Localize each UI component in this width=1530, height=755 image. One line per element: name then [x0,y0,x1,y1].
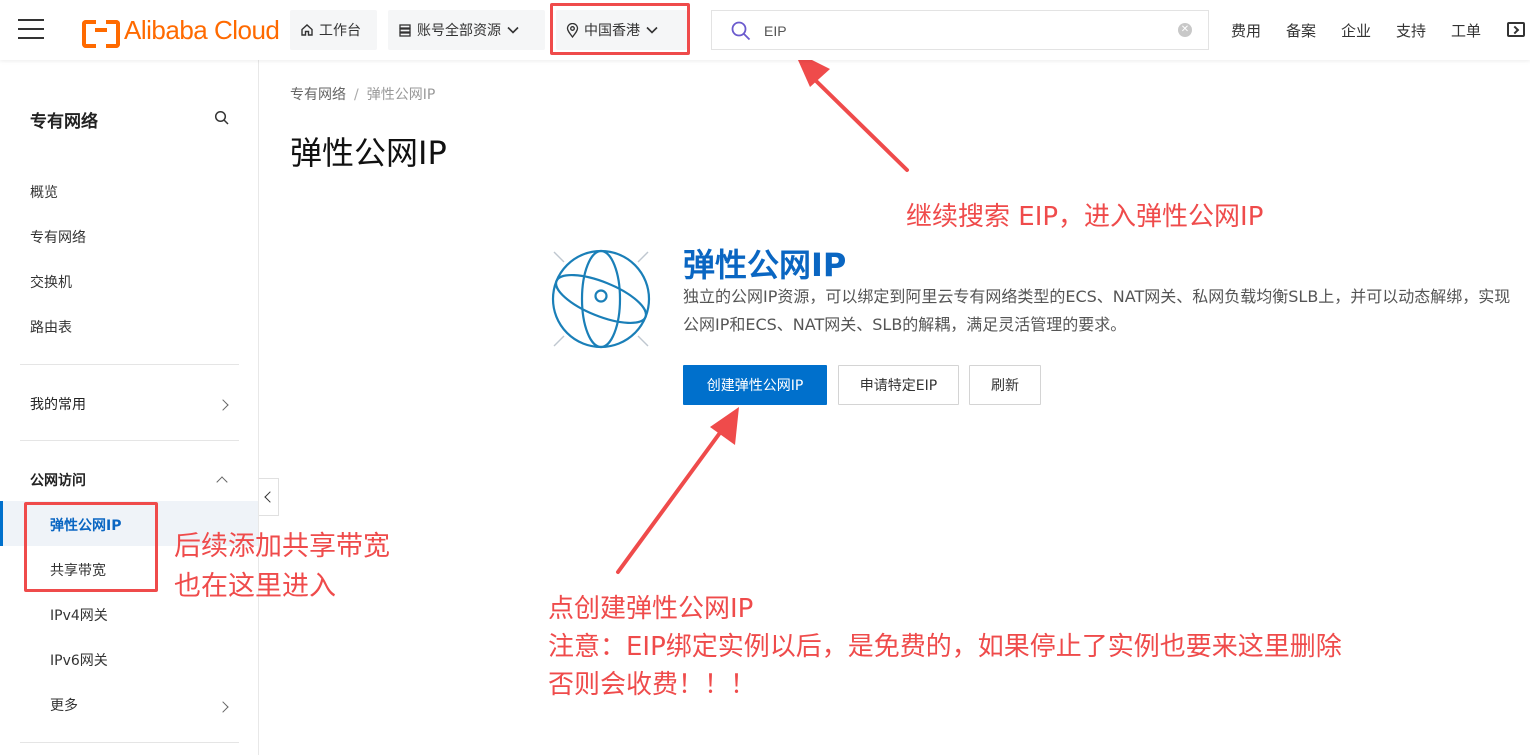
annotation-sidebar-line: 也在这里进入 [174,571,336,602]
sidebar: 专有网络 概览 专有网络 交换机 路由表 我的常用 公网访问 弹性公网IP 共享… [0,60,259,755]
region-highlight-box [550,3,690,55]
resources-dropdown[interactable]: 账号全部资源 [388,10,545,50]
hero-title: 弹性公网IP [683,246,847,284]
sidebar-divider [20,364,239,365]
sidebar-item-vswitch[interactable]: 交换机 [30,272,72,292]
database-icon [399,23,411,37]
annotation-search-note: 继续搜索 EIP，进入弹性公网IP [906,202,1264,232]
active-item-indicator [0,501,3,546]
search-icon [731,21,751,41]
annotation-create-note: 点创建弹性公网IP 注意：EIP绑定实例以后，是免费的，如果停止了实例也要来这里… [548,590,1342,704]
sidebar-highlight-box [24,502,158,592]
nav-link-tickets[interactable]: 工单 [1451,20,1481,41]
logo-text: Alibaba Cloud [124,14,280,45]
annotation-create-line: 注意：EIP绑定实例以后，是免费的，如果停止了实例也要来这里删除 [548,632,1342,662]
clear-search-icon[interactable]: ✕ [1178,23,1192,37]
sidebar-item-overview[interactable]: 概览 [30,182,58,202]
nav-link-enterprise[interactable]: 企业 [1341,20,1371,41]
search-icon[interactable] [214,110,230,126]
arrow-to-create-button [616,407,739,574]
chevron-right-icon [217,399,229,411]
sidebar-divider [20,440,239,441]
alibaba-logo-icon [82,18,120,48]
sidebar-item-route-table[interactable]: 路由表 [30,317,72,337]
sidebar-collapse-toggle[interactable] [259,478,279,516]
sidebar-divider [20,742,239,743]
page-title: 弹性公网IP [290,134,447,172]
breadcrumb-current: 弹性公网IP [366,87,436,103]
breadcrumb: 专有网络 / 弹性公网IP [290,84,435,104]
home-icon [301,24,313,36]
arrow-to-search [794,51,909,172]
nav-link-support[interactable]: 支持 [1396,20,1426,41]
terminal-icon[interactable] [1507,22,1525,37]
chevron-up-icon [216,476,228,488]
sidebar-item-ipv4-gateway[interactable]: IPv4网关 [50,605,108,625]
workbench-button[interactable]: 工作台 [290,10,377,50]
breadcrumb-separator: / [354,87,359,103]
sidebar-group-public-access[interactable]: 公网访问 [30,470,86,490]
search-input[interactable] [764,20,1164,42]
alibaba-cloud-logo[interactable]: Alibaba Cloud [82,14,280,48]
refresh-button[interactable]: 刷新 [969,365,1041,405]
nav-link-billing[interactable]: 费用 [1231,20,1261,41]
annotation-sidebar-line: 后续添加共享带宽 [174,531,390,562]
sidebar-item-vpc[interactable]: 专有网络 [30,227,86,247]
global-search-box[interactable]: ✕ [711,10,1209,50]
sidebar-item-more[interactable]: 更多 [50,695,78,715]
nav-link-icp[interactable]: 备案 [1286,20,1316,41]
workbench-label: 工作台 [319,23,361,39]
apply-specific-eip-button[interactable]: 申请特定EIP [838,365,959,405]
sidebar-group-favorites[interactable]: 我的常用 [30,394,86,414]
chevron-right-icon [217,701,229,713]
annotation-create-line: 否则会收费！！！ [548,670,757,700]
create-eip-button[interactable]: 创建弹性公网IP [683,365,827,405]
hero-description: 独立的公网IP资源，可以绑定到阿里云专有网络类型的ECS、NAT网关、私网负载均… [683,287,1511,334]
sidebar-title: 专有网络 [30,112,98,132]
top-navigation-bar: Alibaba Cloud 工作台 账号全部资源 中国香港 ✕ 费用 备案 企业… [0,0,1530,60]
globe-icon [551,249,651,349]
sidebar-item-ipv6-gateway[interactable]: IPv6网关 [50,650,108,670]
resources-label: 账号全部资源 [417,23,501,39]
annotation-create-line: 点创建弹性公网IP [548,594,754,624]
menu-icon[interactable] [18,19,44,41]
chevron-down-icon [507,26,519,34]
breadcrumb-link-vpc[interactable]: 专有网络 [290,87,346,103]
annotation-sidebar-note: 后续添加共享带宽 也在这里进入 [174,527,390,607]
